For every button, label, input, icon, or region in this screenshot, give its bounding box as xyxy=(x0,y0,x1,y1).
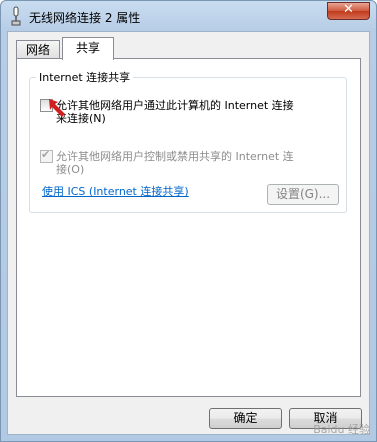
properties-dialog: 无线网络连接 2 属性 ✕ 网络 共享 Internet 连接共享 允许其他网络… xyxy=(0,0,377,442)
ok-button[interactable]: 确定 xyxy=(209,408,282,429)
watermark: Baidu 经验 xyxy=(313,423,370,436)
dialog-client: 网络 共享 Internet 连接共享 允许其他网络用户通过此计算机的 Inte… xyxy=(7,31,370,435)
checkmark-icon: ✔ xyxy=(41,148,51,161)
allow-control-label-line2: 接(O) xyxy=(56,163,85,176)
red-arrow-annotation xyxy=(49,99,65,117)
settings-button: 设置(G)... xyxy=(267,184,339,205)
window-title: 无线网络连接 2 属性 xyxy=(29,11,141,25)
tab-network[interactable]: 网络 xyxy=(16,40,60,59)
allow-control-checkbox: ✔ xyxy=(40,148,53,163)
close-icon: ✕ xyxy=(343,2,354,17)
group-title: Internet 连接共享 xyxy=(36,69,134,85)
allow-control-label-line1: 允许其他网络用户控制或禁用共享的 Internet 连 xyxy=(56,150,294,163)
close-button[interactable]: ✕ xyxy=(327,2,370,20)
title-bar[interactable]: 无线网络连接 2 属性 ✕ xyxy=(1,1,376,31)
tab-sharing[interactable]: 共享 xyxy=(62,37,114,60)
allow-sharing-label-line1[interactable]: 允许其他网络用户通过此计算机的 Internet 连接 xyxy=(56,99,294,112)
ics-help-link[interactable]: 使用 ICS (Internet 连接共享) xyxy=(42,183,189,199)
network-adapter-icon xyxy=(11,6,21,26)
